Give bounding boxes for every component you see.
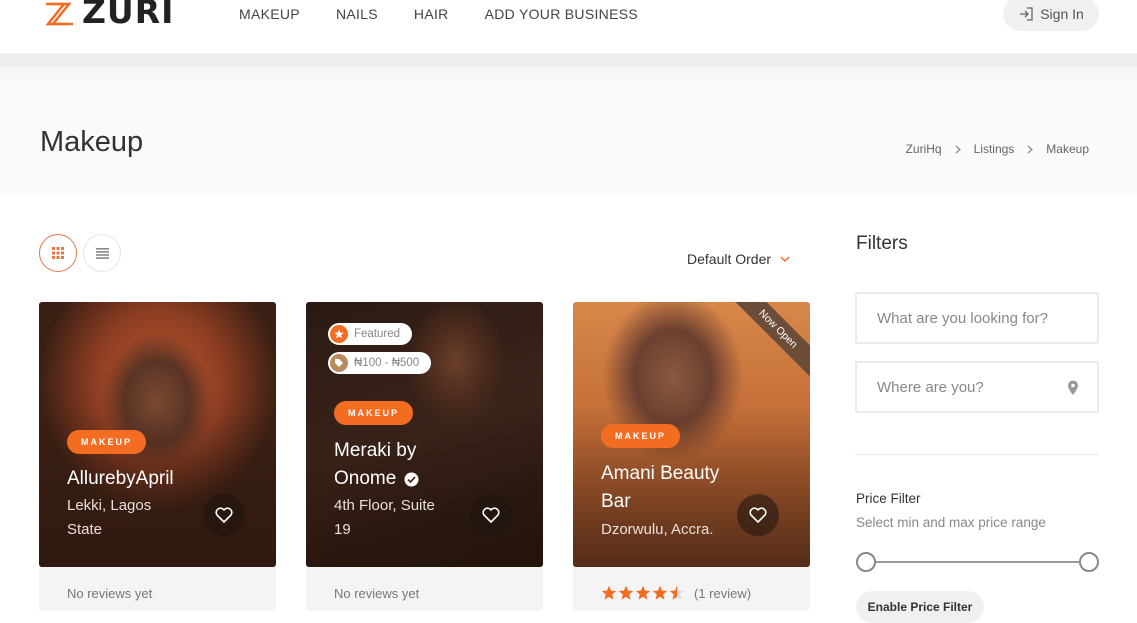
location-field[interactable] [855,361,1099,413]
grid-view-button[interactable] [39,234,77,272]
search-field[interactable] [855,292,1099,344]
rating-stars: (1 review) [601,585,751,601]
breadcrumb-listings[interactable]: Listings [974,142,1015,156]
location-input[interactable] [857,363,1097,411]
favorite-button[interactable] [203,494,245,536]
page-title: Makeup [40,126,144,158]
featured-label: Featured [354,328,401,340]
heart-icon [482,507,500,523]
listing-title-cont[interactable]: Onome [334,465,419,493]
listing-title[interactable]: AllurebyApril [67,465,174,493]
price-filter-title: Price Filter [856,491,921,506]
heart-icon [215,507,233,523]
star-rating [601,585,686,601]
category-badge[interactable]: MAKEUP [67,430,147,454]
list-view-icon [95,247,109,259]
price-tag-icon [330,354,348,372]
listing-title-line2: Onome [334,468,397,489]
review-count[interactable]: (1 review) [694,586,751,601]
favorite-button[interactable] [470,494,512,536]
chevron-right-icon [955,145,961,153]
featured-badge: Featured [328,323,413,345]
listing-location: Lekki, Lagos [67,497,152,514]
verified-check-icon [404,472,419,486]
price-filter-subtitle: Select min and max price range [856,515,1046,530]
nav-item-hair[interactable]: HAIR [414,6,449,22]
price-range: ₦100 - ₦500 [354,357,420,369]
list-view-button[interactable] [83,234,121,272]
star-full-icon [652,585,668,600]
chevron-down-icon [780,256,790,262]
category-badge[interactable]: MAKEUP [601,424,681,448]
listing-card-footer: No reviews yet [39,567,276,611]
star-half-icon [669,585,685,600]
review-status: No reviews yet [334,586,420,601]
title-band [0,53,1137,195]
listing-card[interactable]: Now Open MAKEUP Amani Beauty Bar Dzorwul… [573,302,810,567]
chevron-right-icon [1027,145,1034,153]
price-slider-max-handle[interactable] [1079,552,1099,572]
listing-location: Dzorwulu, Accra. [601,521,714,538]
price-slider-min-handle[interactable] [856,552,876,572]
star-full-icon [601,585,617,600]
breadcrumb-current: Makeup [1046,142,1089,156]
main-nav: MAKEUP NAILS HAIR ADD YOUR BUSINESS [239,6,674,22]
nav-item-makeup[interactable]: MAKEUP [239,6,300,22]
star-full-icon [618,585,634,600]
sign-in-icon [1020,7,1033,21]
listing-card-footer: No reviews yet [306,567,543,611]
review-status: No reviews yet [67,586,153,601]
sign-in-label: Sign In [1040,6,1084,22]
enable-price-filter-button[interactable]: Enable Price Filter [856,591,984,623]
divider [855,454,1099,455]
sign-in-button[interactable]: Sign In [1003,0,1099,31]
price-slider-track[interactable] [866,561,1089,563]
breadcrumb: ZuriHq Listings Makeup [906,142,1089,156]
listing-title-cont[interactable]: Bar [601,488,631,516]
star-full-icon [635,585,651,600]
grid-view-icon [52,247,64,259]
search-input[interactable] [857,294,1097,342]
logo[interactable]: ZURI [42,0,174,30]
heart-icon [749,507,767,523]
listing-location: 4th Floor, Suite [334,497,435,514]
map-pin-icon[interactable] [1067,380,1079,396]
breadcrumb-home[interactable]: ZuriHq [906,142,942,156]
sort-dropdown[interactable]: Default Order [687,251,790,267]
listing-card[interactable]: Featured ₦100 - ₦500 MAKEUP Meraki by On… [306,302,543,567]
top-header: ZURI MAKEUP NAILS HAIR ADD YOUR BUSINESS… [0,0,1137,53]
price-range-badge: ₦100 - ₦500 [328,352,432,374]
nav-item-add-business[interactable]: ADD YOUR BUSINESS [485,6,638,22]
listing-location-cont: 19 [334,521,351,538]
listing-card-footer: (1 review) [573,567,810,611]
nav-item-nails[interactable]: NAILS [336,6,378,22]
brand-name: ZURI [82,0,175,31]
filters-title: Filters [856,233,908,254]
listing-card[interactable]: MAKEUP AllurebyApril Lekki, Lagos State [39,302,276,567]
sort-label: Default Order [687,251,772,267]
listing-location-cont: State [67,521,103,538]
zuri-logo-icon [45,2,73,26]
listing-title[interactable]: Amani Beauty [601,460,719,488]
listing-title[interactable]: Meraki by [334,437,416,465]
category-badge[interactable]: MAKEUP [334,401,414,425]
star-icon [330,325,348,343]
favorite-button[interactable] [737,494,779,536]
